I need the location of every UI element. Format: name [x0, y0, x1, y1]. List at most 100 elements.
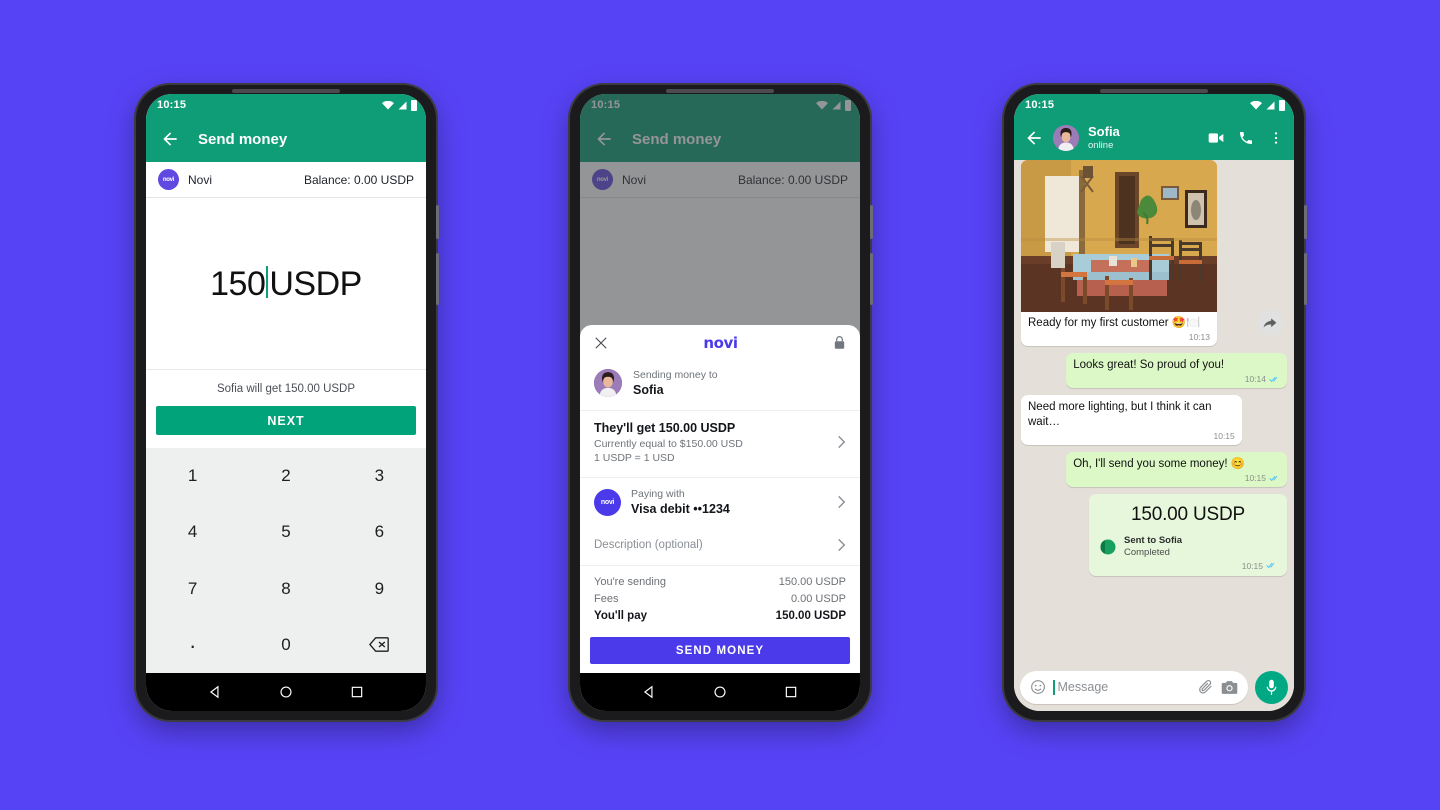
total-label: You're sending — [594, 575, 667, 588]
chat-bubble-outgoing[interactable]: Looks great! So proud of you! 10:14 — [1066, 353, 1287, 388]
key-9[interactable]: 9 — [333, 561, 426, 617]
payment-message-bubble[interactable]: 150.00 USDP Sent to Sofia Completed 10:1… — [1089, 493, 1287, 576]
next-button[interactable]: NEXT — [156, 406, 416, 435]
photo-image — [1021, 160, 1217, 312]
key-4[interactable]: 4 — [146, 504, 239, 560]
photo-message-bubble[interactable]: Ready for my first customer 🤩🍽️ 10:13 — [1021, 160, 1217, 346]
message-text: Need more lighting, but I think it can w… — [1028, 400, 1212, 428]
overflow-menu-icon[interactable] — [1268, 130, 1284, 146]
chat-bubble-incoming[interactable]: Need more lighting, but I think it can w… — [1021, 394, 1242, 445]
header-actions — [1208, 130, 1284, 146]
video-call-icon[interactable] — [1208, 130, 1224, 146]
amount-value: 150 — [210, 265, 266, 303]
backspace-icon[interactable] — [333, 617, 426, 673]
account-left: novi Novi — [158, 169, 212, 190]
recipient-label: Sending money to — [633, 368, 718, 381]
power-button[interactable] — [436, 253, 439, 305]
total-row: You're sending 150.00 USDP — [594, 573, 846, 590]
message-placeholder: Message — [1057, 680, 1109, 694]
key-2[interactable]: 2 — [239, 448, 332, 504]
message-input[interactable]: Message — [1053, 679, 1191, 695]
total-value: 150.00 USDP — [775, 609, 846, 622]
payment-lines: Sent to Sofia Completed — [1124, 535, 1277, 560]
back-arrow-icon[interactable] — [1024, 128, 1044, 148]
camera-icon[interactable] — [1221, 680, 1238, 695]
battery-icon — [1279, 99, 1285, 111]
nav-home-icon[interactable] — [279, 685, 293, 699]
screenshot-stage: 10:15 Send money novi Novi Balance: 0.00… — [0, 0, 1440, 810]
total-label: Fees — [594, 592, 619, 605]
message-composer: Message — [1014, 667, 1294, 711]
account-row[interactable]: novi Novi Balance: 0.00 USDP — [146, 162, 426, 198]
microphone-icon — [1266, 679, 1277, 695]
description-row[interactable]: Description (optional) — [580, 527, 860, 566]
phone1-screen: 10:15 Send money novi Novi Balance: 0.00… — [146, 94, 426, 711]
key-7[interactable]: 7 — [146, 561, 239, 617]
signal-icon — [1266, 101, 1275, 109]
nav-recents-icon[interactable] — [350, 685, 364, 699]
microphone-button[interactable] — [1255, 670, 1288, 704]
back-arrow-icon[interactable] — [160, 129, 180, 149]
battery-icon — [411, 99, 417, 111]
power-button[interactable] — [870, 253, 873, 305]
chevron-right-icon[interactable] — [837, 435, 846, 449]
amount-detail-row[interactable]: They'll get 150.00 USDP Currently equal … — [580, 411, 860, 474]
novi-payment-icon — [1100, 539, 1116, 555]
nav-recents-icon[interactable] — [784, 685, 798, 699]
payment-line-2: Completed — [1124, 547, 1170, 559]
status-icons — [382, 99, 417, 111]
forward-icon[interactable] — [1257, 310, 1283, 336]
account-name: Novi — [188, 172, 213, 187]
amount-sub-2: 1 USDP = 1 USD — [594, 451, 675, 464]
confirm-payment-sheet: novi Sending money to Sofia They'll get … — [580, 324, 860, 673]
android-nav-bar[interactable] — [146, 673, 426, 711]
message-time: 10:15 — [1244, 472, 1266, 483]
attachment-icon[interactable] — [1198, 679, 1214, 695]
read-ticks-icon — [1266, 562, 1275, 568]
amount-title: They'll get 150.00 USDP — [594, 420, 736, 435]
power-button[interactable] — [1304, 253, 1307, 305]
key-decimal[interactable]: . — [146, 617, 239, 673]
payment-method-row[interactable]: novi Paying with Visa debit ••1234 — [580, 478, 860, 527]
recipient-row: Sending money to Sofia — [580, 361, 860, 407]
nav-back-icon[interactable] — [208, 685, 222, 699]
phone3-screen: 10:15 Sofia online Ready for my first cu… — [1014, 94, 1294, 711]
key-0[interactable]: 0 — [239, 617, 332, 673]
amount-display[interactable]: 150 USDP — [146, 198, 426, 370]
chat-thread[interactable]: Ready for my first customer 🤩🍽️ 10:13 Lo… — [1014, 160, 1294, 667]
signal-icon — [398, 101, 407, 109]
chevron-right-icon[interactable] — [837, 495, 846, 509]
chevron-right-icon[interactable] — [837, 538, 846, 552]
nav-back-icon[interactable] — [642, 685, 656, 699]
wifi-icon — [1250, 100, 1262, 109]
nav-home-icon[interactable] — [713, 685, 727, 699]
numeric-keypad[interactable]: 1 2 3 4 5 6 7 8 9 . 0 — [146, 448, 426, 673]
android-nav-bar[interactable] — [580, 673, 860, 711]
message-text: Looks great! So proud of you! — [1073, 359, 1225, 371]
paying-with-value: Visa debit ••1234 — [631, 502, 730, 517]
key-1[interactable]: 1 — [146, 448, 239, 504]
contact-avatar[interactable] — [1053, 125, 1079, 151]
send-money-button[interactable]: SEND MONEY — [590, 637, 850, 664]
amount-detail-text: They'll get 150.00 USDP Currently equal … — [594, 420, 827, 465]
key-5[interactable]: 5 — [239, 504, 332, 560]
volume-button[interactable] — [436, 205, 439, 239]
status-time: 10:15 — [1025, 99, 1055, 111]
key-6[interactable]: 6 — [333, 504, 426, 560]
amount-text: 150 USDP — [210, 263, 362, 304]
contact-info[interactable]: Sofia online — [1088, 124, 1120, 151]
close-icon[interactable] — [594, 336, 608, 350]
payment-amount: 150.00 USDP — [1131, 503, 1245, 525]
key-8[interactable]: 8 — [239, 561, 332, 617]
message-input-pill[interactable]: Message — [1020, 670, 1248, 704]
total-value: 150.00 USDP — [778, 575, 846, 588]
key-3[interactable]: 3 — [333, 448, 426, 504]
sheet-header: novi — [580, 325, 860, 361]
status-bar: 10:15 — [146, 94, 426, 116]
emoji-icon[interactable] — [1030, 679, 1046, 695]
volume-button[interactable] — [870, 205, 873, 239]
chat-bubble-outgoing[interactable]: Oh, I'll send you some money! 😊 10:15 — [1066, 451, 1287, 487]
phone-call-icon[interactable] — [1238, 130, 1254, 146]
volume-button[interactable] — [1304, 205, 1307, 239]
wifi-icon — [382, 100, 394, 109]
